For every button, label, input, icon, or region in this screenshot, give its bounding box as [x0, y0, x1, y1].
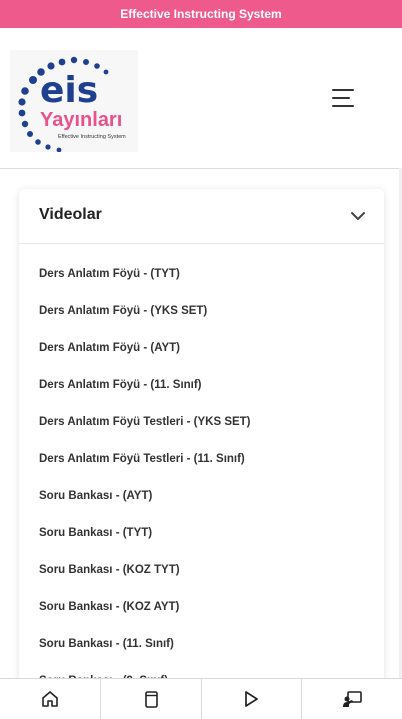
nav-teacher-button[interactable]	[302, 679, 402, 719]
list-item[interactable]: Soru Bankası - (TYT)	[19, 515, 384, 552]
svg-text:Yayınları: Yayınları	[40, 109, 122, 131]
list-item[interactable]: Soru Bankası - (11. Sınıf)	[19, 626, 384, 663]
list-item[interactable]: Soru Bankası - (KOZ TYT)	[19, 552, 384, 589]
videos-list: Ders Anlatım Föyü - (TYT) Ders Anlatım F…	[19, 244, 384, 700]
list-item[interactable]: Soru Bankası - (KOZ AYT)	[19, 589, 384, 626]
teacher-board-icon	[343, 691, 362, 707]
chevron-down-icon[interactable]	[350, 211, 366, 221]
nav-home-button[interactable]	[0, 679, 101, 719]
svg-text:eis: eis	[40, 70, 98, 111]
svg-text:Effective Instructing System: Effective Instructing System	[58, 134, 126, 140]
bottom-navigation	[0, 678, 402, 719]
home-icon	[42, 691, 58, 707]
nav-book-button[interactable]	[101, 679, 202, 719]
book-icon	[144, 691, 158, 708]
eis-logo[interactable]: eis Yayınları Effective Instructing Syst…	[10, 50, 138, 153]
list-item[interactable]: Soru Bankası - (AYT)	[19, 478, 384, 515]
list-item[interactable]: Ders Anlatım Föyü - (YKS SET)	[19, 293, 384, 330]
list-item[interactable]: Ders Anlatım Föyü Testleri - (YKS SET)	[19, 404, 384, 441]
play-icon	[245, 691, 259, 707]
top-banner-text: Effective Instructing System	[120, 7, 282, 21]
top-banner: Effective Instructing System	[0, 0, 402, 28]
videos-accordion: Videolar Ders Anlatım Föyü - (TYT) Ders …	[19, 189, 384, 709]
videos-title: Videolar	[39, 206, 102, 223]
videos-accordion-header[interactable]: Videolar	[19, 189, 384, 244]
site-header: eis Yayınları Effective Instructing Syst…	[0, 28, 402, 169]
nav-play-button[interactable]	[202, 679, 303, 719]
list-item[interactable]: Ders Anlatım Föyü Testleri - (11. Sınıf)	[19, 441, 384, 478]
list-item[interactable]: Ders Anlatım Föyü - (AYT)	[19, 330, 384, 367]
list-item[interactable]: Ders Anlatım Föyü - (11. Sınıf)	[19, 367, 384, 404]
hamburger-menu-icon[interactable]	[328, 86, 360, 110]
list-item[interactable]: Ders Anlatım Föyü - (TYT)	[19, 256, 384, 293]
